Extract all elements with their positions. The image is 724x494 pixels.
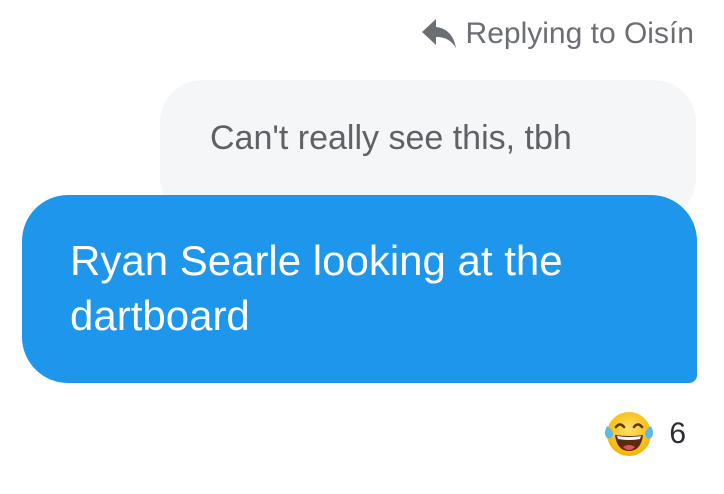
quoted-message-text: Can't really see this, tbh: [210, 119, 572, 157]
reaction-count: 6: [669, 417, 686, 450]
face-with-tears-of-joy-icon: [601, 406, 657, 462]
reply-header-label: Replying to Oisín: [465, 17, 694, 50]
message-bubble[interactable]: Ryan Searle looking at the dartboard: [22, 195, 697, 383]
reaction-badge[interactable]: 6: [601, 406, 686, 462]
message-text: Ryan Searle looking at the dartboard: [70, 237, 563, 339]
reply-header[interactable]: Replying to Oisín: [420, 14, 694, 54]
reply-arrow-icon: [420, 17, 458, 51]
